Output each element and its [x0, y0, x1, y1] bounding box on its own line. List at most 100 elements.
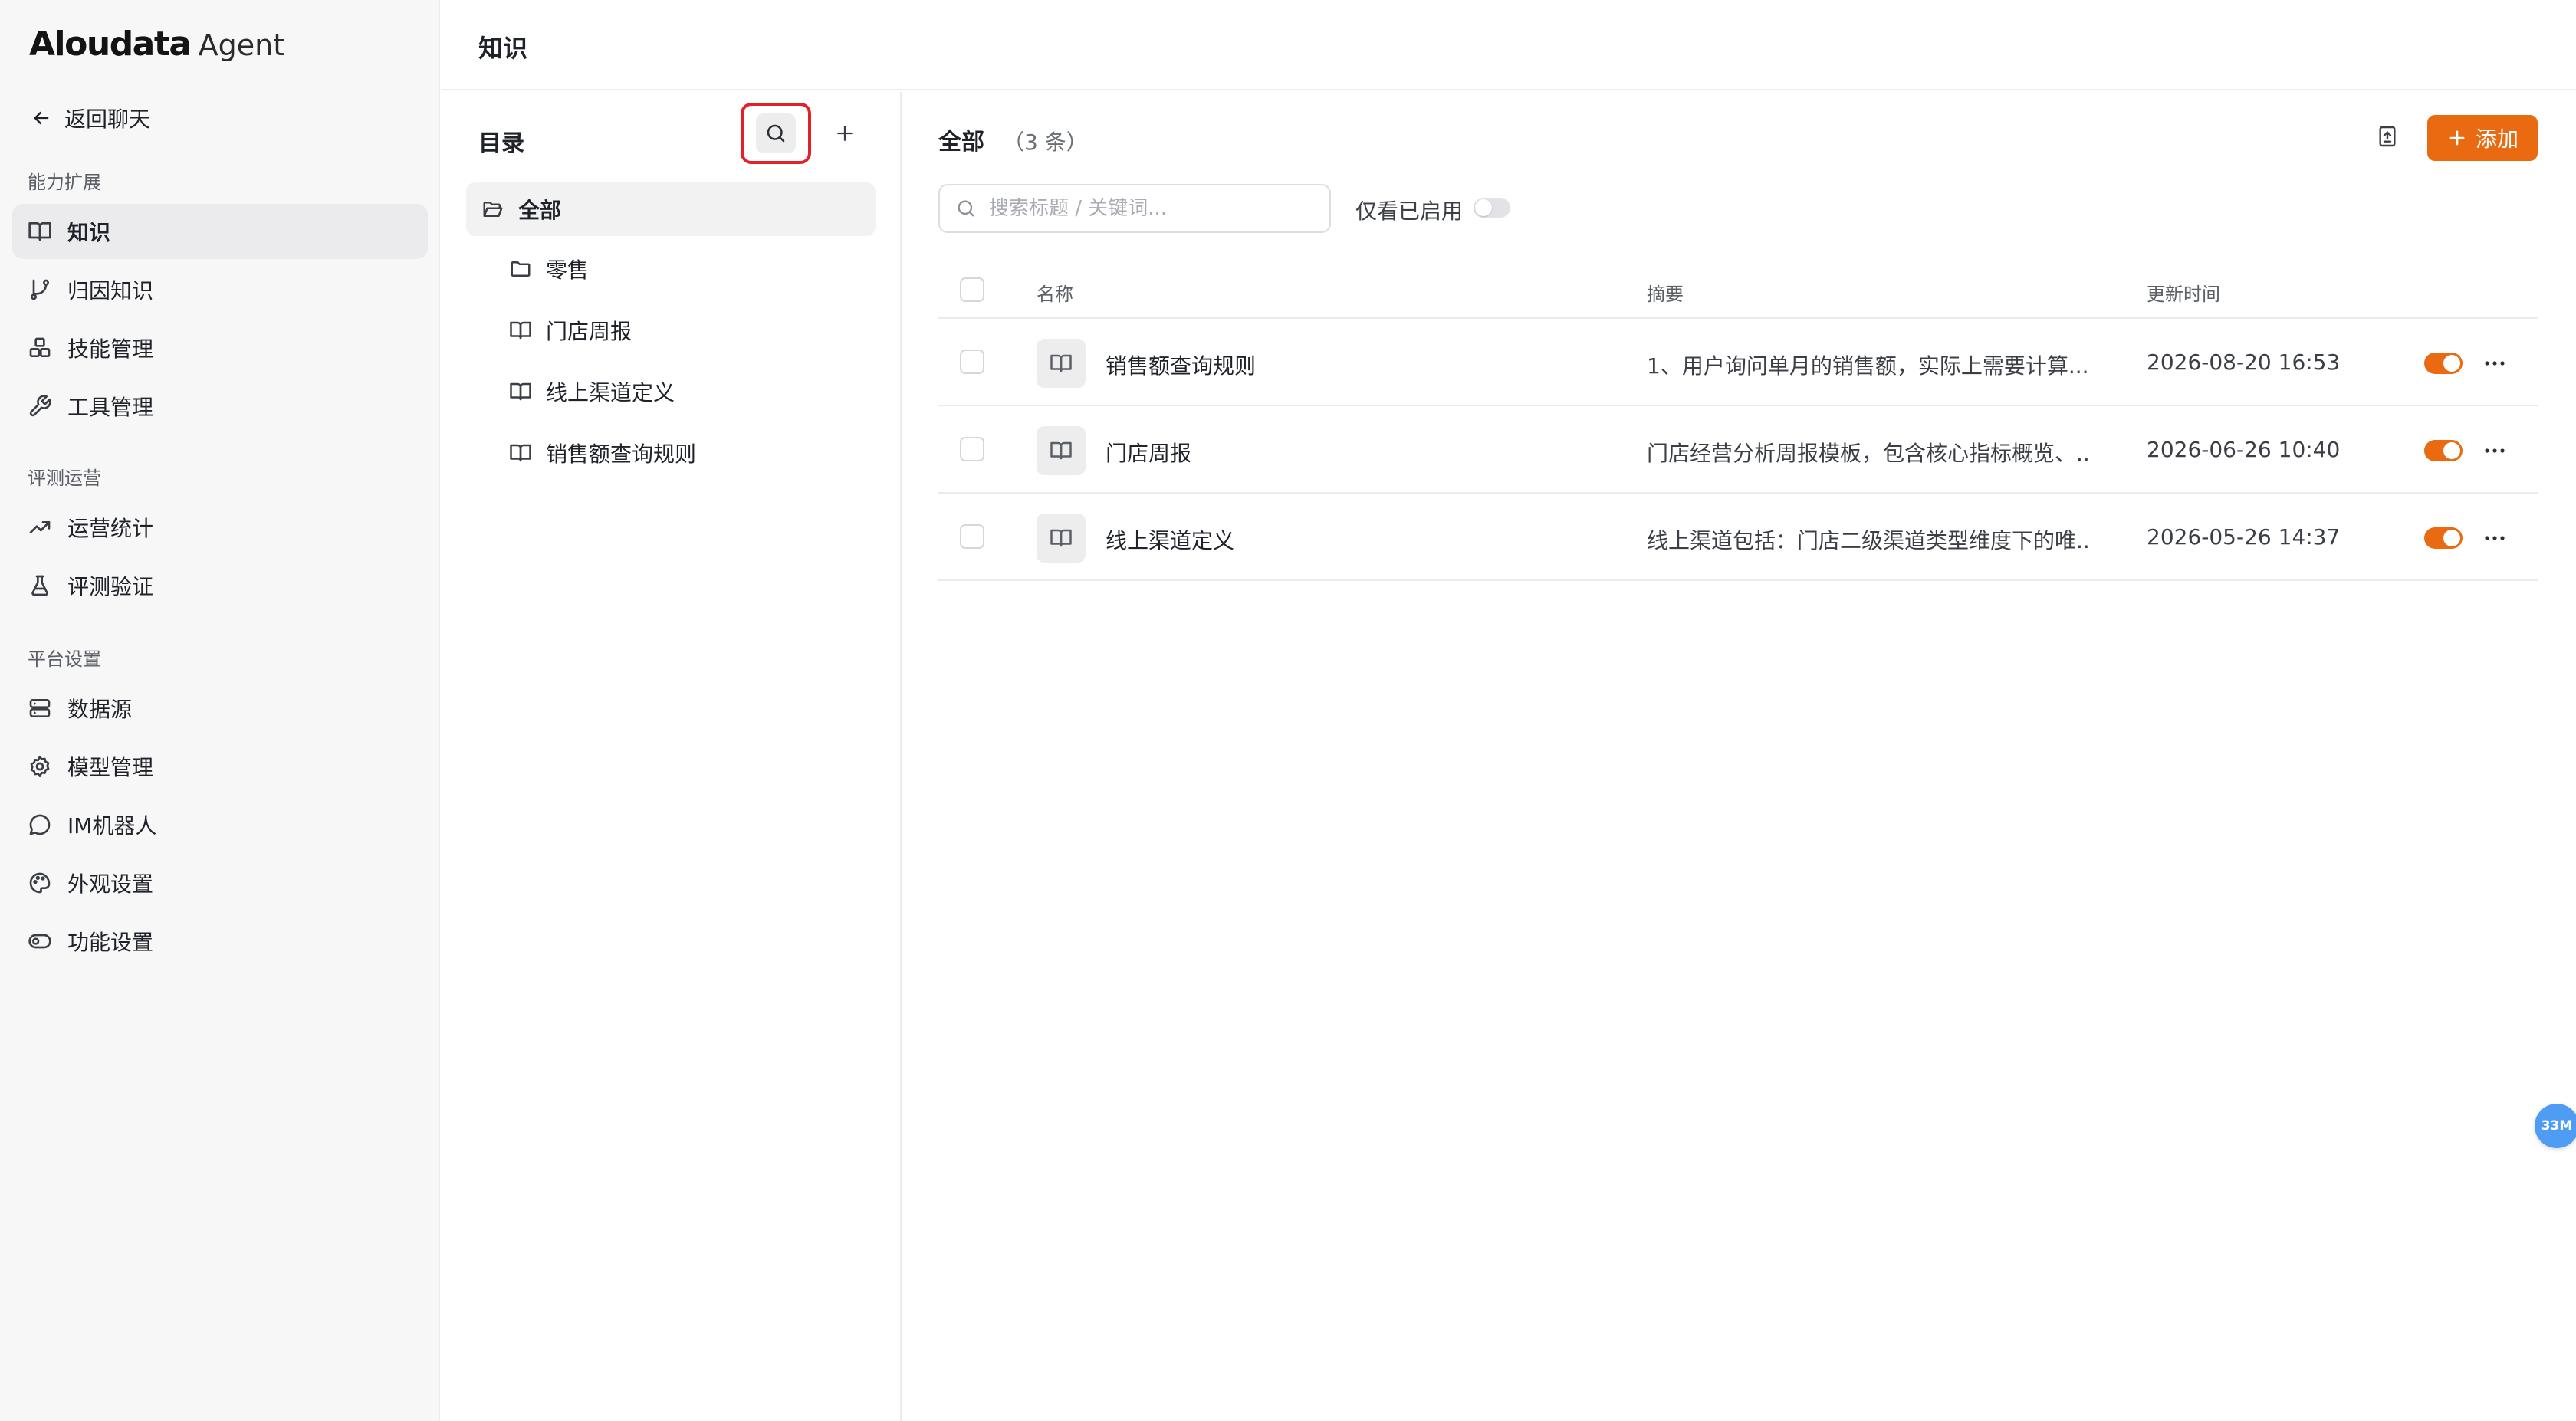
row-summary: 门店经营分析周报模板，包含核心指标概览、...: [1647, 441, 2091, 466]
row-summary: 1、用户询问单月的销售额，实际上需要计算...: [1647, 353, 2089, 379]
catalog-title: 目录: [478, 130, 524, 157]
row-enable-toggle[interactable]: [2424, 527, 2463, 549]
catalog-item-store-weekly[interactable]: 门店周报: [509, 304, 869, 357]
enabled-only-toggle[interactable]: [1474, 198, 1510, 218]
nav-item-model-management[interactable]: 模型管理: [12, 739, 428, 794]
row-name[interactable]: 销售额查询规则: [1106, 350, 1256, 380]
arrow-left-icon: [31, 107, 52, 129]
plus-icon: [833, 122, 856, 145]
select-all-checkbox[interactable]: [960, 277, 984, 302]
back-to-chat-link[interactable]: 返回聊天: [31, 103, 150, 133]
catalog-item-label: 全部: [518, 198, 562, 223]
book-open-icon: [509, 441, 532, 464]
catalog-item-online-channel[interactable]: 线上渠道定义: [509, 365, 869, 418]
table-row[interactable]: 销售额查询规则 1、用户询问单月的销售额，实际上需要计算... 2026-08-…: [938, 319, 2538, 406]
nav-item-evaluation[interactable]: 评测验证: [12, 558, 428, 613]
row-checkbox[interactable]: [960, 524, 984, 549]
catalog-search-button-inner: [756, 113, 796, 153]
page-title: 知识: [478, 34, 528, 63]
folder-open-icon: [481, 198, 504, 221]
more-horizontal-icon: [2479, 529, 2510, 547]
memory-usage-badge[interactable]: 33M: [2535, 1104, 2576, 1148]
toggle-knob: [2443, 530, 2460, 546]
git-branch-icon: [28, 277, 52, 302]
toggle-knob: [2443, 355, 2460, 372]
row-summary: 线上渠道包括：门店二级渠道类型维度下的唯...: [1647, 528, 2091, 553]
table-row[interactable]: 门店周报 门店经营分析周报模板，包含核心指标概览、... 2026-06-26 …: [938, 406, 2538, 494]
row-more-button[interactable]: [2479, 441, 2510, 460]
knowledge-search-box[interactable]: [938, 184, 1331, 233]
table-row[interactable]: 线上渠道定义 线上渠道包括：门店二级渠道类型维度下的唯... 2026-05-2…: [938, 494, 2538, 581]
nav-item-label: 运营统计: [67, 516, 154, 541]
row-more-button[interactable]: [2479, 529, 2510, 547]
nav-item-data-source[interactable]: 数据源: [12, 681, 428, 736]
export-button[interactable]: [2375, 124, 2400, 149]
back-to-chat-label: 返回聊天: [64, 107, 151, 132]
plus-icon: [2446, 127, 2468, 149]
column-header-updated: 更新时间: [2147, 284, 2220, 305]
column-header-summary: 摘要: [1647, 284, 1684, 305]
search-icon: [955, 198, 977, 219]
knowledge-search-input[interactable]: [989, 197, 1319, 220]
row-enable-toggle[interactable]: [2424, 353, 2463, 374]
row-name[interactable]: 门店周报: [1106, 437, 1191, 468]
row-checkbox[interactable]: [960, 350, 984, 374]
toggle-knob: [2443, 442, 2460, 459]
nav-item-label: IM机器人: [67, 813, 157, 838]
row-checkbox[interactable]: [960, 437, 984, 461]
catalog-item-sales-query-rule[interactable]: 销售额查询规则: [509, 426, 869, 480]
nav-item-label: 归因知识: [67, 278, 154, 304]
boxes-icon: [28, 336, 52, 360]
nav-item-skill-management[interactable]: 技能管理: [12, 320, 428, 376]
book-open-icon: [509, 380, 532, 403]
nav-item-tool-management[interactable]: 工具管理: [12, 379, 428, 434]
nav-item-label: 外观设置: [67, 871, 154, 897]
row-updated-time: 2026-08-20 16:53: [2147, 350, 2341, 375]
row-doc-icon: [1037, 339, 1086, 388]
catalog-panel: 目录 全部 零售 门店周报 线上渠道定义 销售额查询规则: [442, 92, 902, 1421]
list-heading: 全部 （3 条）: [938, 123, 1088, 156]
catalog-add-button[interactable]: [830, 118, 860, 149]
nav-item-label: 知识: [67, 220, 111, 245]
add-knowledge-label: 添加: [2475, 126, 2518, 152]
row-more-button[interactable]: [2479, 354, 2510, 372]
section-label-capabilities: 能力扩展: [28, 172, 101, 193]
toggle-icon: [28, 929, 52, 953]
table-header: 名称 摘要 更新时间: [938, 262, 2538, 319]
toggle-knob: [1475, 199, 1492, 216]
brand-product: Agent: [198, 28, 285, 62]
row-enable-toggle[interactable]: [2424, 440, 2463, 461]
section-label-platform: 平台设置: [28, 648, 101, 670]
column-header-name: 名称: [1037, 284, 1073, 305]
nav-item-knowledge[interactable]: 知识: [12, 204, 428, 259]
book-open-icon: [1050, 352, 1073, 375]
nav-item-operation-stats[interactable]: 运营统计: [12, 500, 428, 555]
catalog-item-retail[interactable]: 零售: [509, 242, 869, 296]
catalog-item-label: 零售: [546, 258, 590, 283]
more-horizontal-icon: [2479, 441, 2510, 460]
catalog-search-button[interactable]: [741, 103, 811, 164]
row-name[interactable]: 线上渠道定义: [1106, 524, 1234, 555]
chat-bubble-icon: [28, 812, 52, 837]
nav-item-label: 功能设置: [67, 930, 154, 955]
nav-item-label: 技能管理: [67, 336, 154, 362]
nav-item-label: 数据源: [67, 697, 133, 722]
catalog-item-label: 门店周报: [546, 319, 632, 344]
wrench-icon: [28, 394, 52, 418]
knowledge-table: 名称 摘要 更新时间 销售额查询规则 1、用户询问单月的销售额，实际上需要计算.…: [938, 262, 2538, 581]
nav-item-attribution-knowledge[interactable]: 归因知识: [12, 262, 428, 317]
book-open-icon: [1050, 439, 1073, 462]
brand-logo[interactable]: Aloudata Agent: [29, 25, 284, 64]
catalog-item-label: 销售额查询规则: [546, 441, 697, 467]
search-icon: [764, 122, 787, 145]
nav-item-im-robot[interactable]: IM机器人: [12, 797, 428, 852]
catalog-item-all[interactable]: 全部: [466, 182, 876, 236]
nav-item-feature-settings[interactable]: 功能设置: [12, 914, 428, 969]
book-open-icon: [509, 319, 532, 342]
list-count: （3 条）: [1003, 130, 1088, 155]
add-knowledge-button[interactable]: 添加: [2427, 115, 2538, 161]
nav-item-appearance[interactable]: 外观设置: [12, 855, 428, 911]
book-open-icon: [1050, 527, 1073, 550]
catalog-item-label: 线上渠道定义: [546, 380, 675, 405]
row-doc-icon: [1037, 426, 1086, 475]
